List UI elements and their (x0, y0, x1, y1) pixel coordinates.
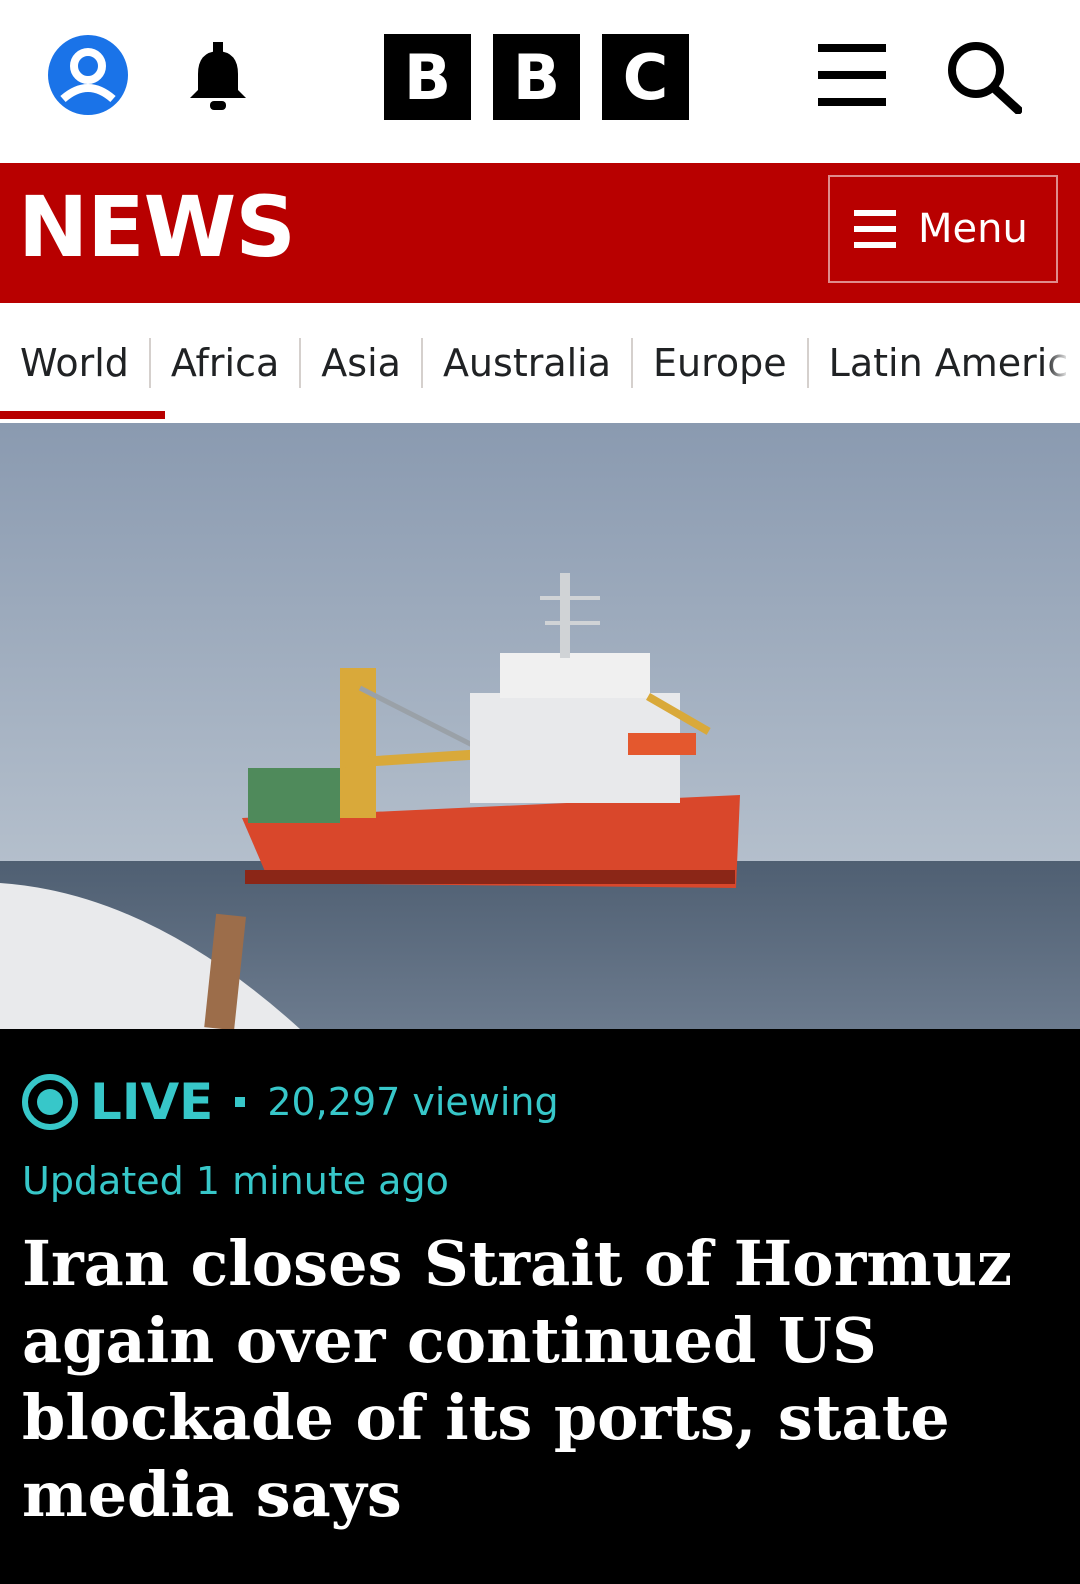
menu-label: Menu (918, 206, 1028, 252)
menu-button[interactable]: Menu (828, 175, 1058, 283)
account-icon[interactable] (46, 35, 130, 115)
bell-icon[interactable] (184, 40, 252, 112)
bbc-logo-letter: B (493, 34, 580, 120)
live-label: LIVE (90, 1073, 214, 1131)
news-title[interactable]: NEWS (18, 185, 296, 269)
news-banner: NEWS Menu (0, 163, 1080, 303)
section-nav: World Africa Asia Australia Europe Latin… (0, 303, 1080, 423)
nav-item-europe[interactable]: Europe (631, 338, 807, 388)
menu-icon (854, 210, 896, 248)
separator-dot (235, 1097, 246, 1107)
search-icon[interactable] (946, 40, 1022, 114)
viewer-count: 20,297 viewing (267, 1080, 559, 1124)
nav-item-world[interactable]: World (0, 338, 149, 388)
ship-photo (0, 423, 1080, 1029)
nav-item-australia[interactable]: Australia (420, 338, 631, 388)
nav-item-latin-america[interactable]: Latin America (806, 338, 1080, 388)
hamburger-icon[interactable] (818, 44, 886, 106)
active-tab-indicator (0, 411, 165, 419)
story-header: LIVE 20,297 viewing Updated 1 minute ago… (0, 1029, 1080, 1584)
nav-item-asia[interactable]: Asia (299, 338, 421, 388)
bbc-logo[interactable]: B B C (384, 34, 689, 120)
live-status: LIVE 20,297 viewing (22, 1073, 559, 1131)
bbc-logo-letter: B (384, 34, 471, 120)
nav-scroll-fade (1046, 303, 1080, 423)
top-bar: B B C (0, 0, 1080, 163)
bbc-logo-letter: C (602, 34, 689, 120)
hero-image[interactable] (0, 423, 1080, 1029)
nav-item-africa[interactable]: Africa (148, 338, 299, 388)
headline[interactable]: Iran closes Strait of Hormuz again over … (22, 1225, 1042, 1533)
live-icon (22, 1074, 78, 1130)
updated-timestamp: Updated 1 minute ago (22, 1159, 449, 1203)
